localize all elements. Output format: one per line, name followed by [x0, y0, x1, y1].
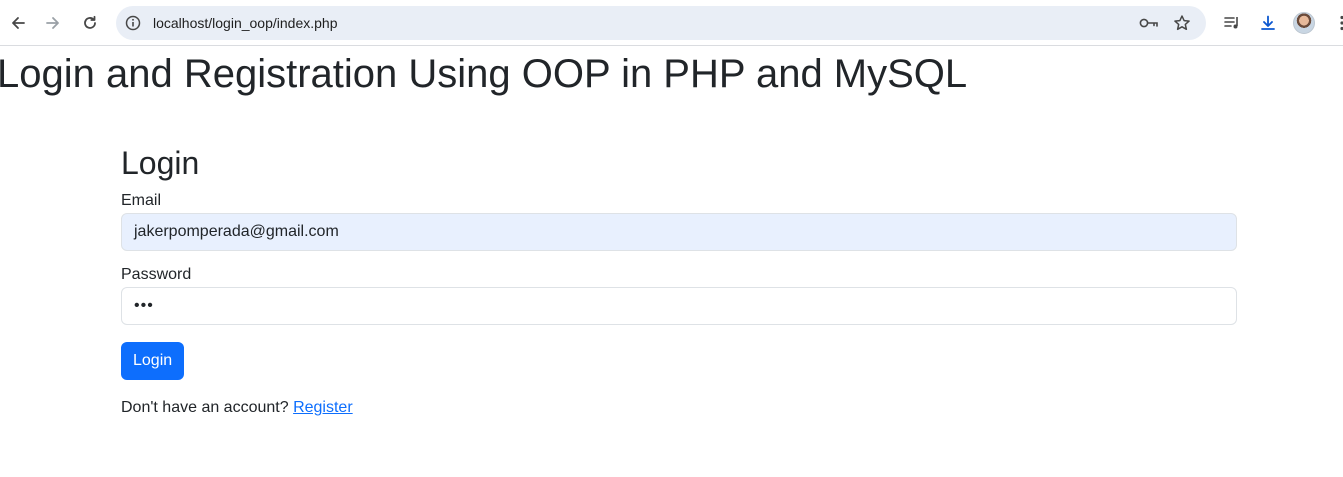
url-text: localhost/login_oop/index.php	[153, 15, 338, 31]
menu-dots-icon[interactable]	[1326, 7, 1343, 39]
address-bar[interactable]: localhost/login_oop/index.php	[116, 6, 1206, 40]
register-prompt-text: Don't have an account?	[121, 399, 289, 416]
password-group: Password •••	[121, 266, 1237, 325]
media-controls-icon[interactable]	[1216, 7, 1248, 39]
forward-icon[interactable]	[37, 7, 69, 39]
browser-toolbar: localhost/login_oop/index.php	[0, 0, 1343, 46]
back-icon[interactable]	[2, 7, 34, 39]
password-label: Password	[121, 266, 192, 283]
password-field[interactable]: •••	[121, 287, 1237, 325]
email-label: Email	[121, 192, 162, 209]
login-form-container: Login Email jakerpomperada@gmail.com Pas…	[121, 143, 1237, 418]
email-group: Email jakerpomperada@gmail.com	[121, 192, 1237, 251]
reload-icon[interactable]	[74, 7, 106, 39]
site-info-icon[interactable]	[122, 12, 144, 34]
login-heading: Login	[121, 145, 200, 181]
page-title: Login and Registration Using OOP in PHP …	[0, 52, 968, 96]
register-link[interactable]: Register	[293, 399, 353, 416]
password-key-icon[interactable]	[1137, 11, 1161, 35]
profile-avatar[interactable]	[1293, 12, 1315, 34]
download-icon[interactable]	[1252, 7, 1284, 39]
email-field[interactable]: jakerpomperada@gmail.com	[121, 213, 1237, 251]
register-prompt-line: Don't have an account? Register	[121, 398, 1237, 418]
login-button[interactable]: Login	[121, 342, 185, 380]
bookmark-star-icon[interactable]	[1170, 11, 1194, 35]
